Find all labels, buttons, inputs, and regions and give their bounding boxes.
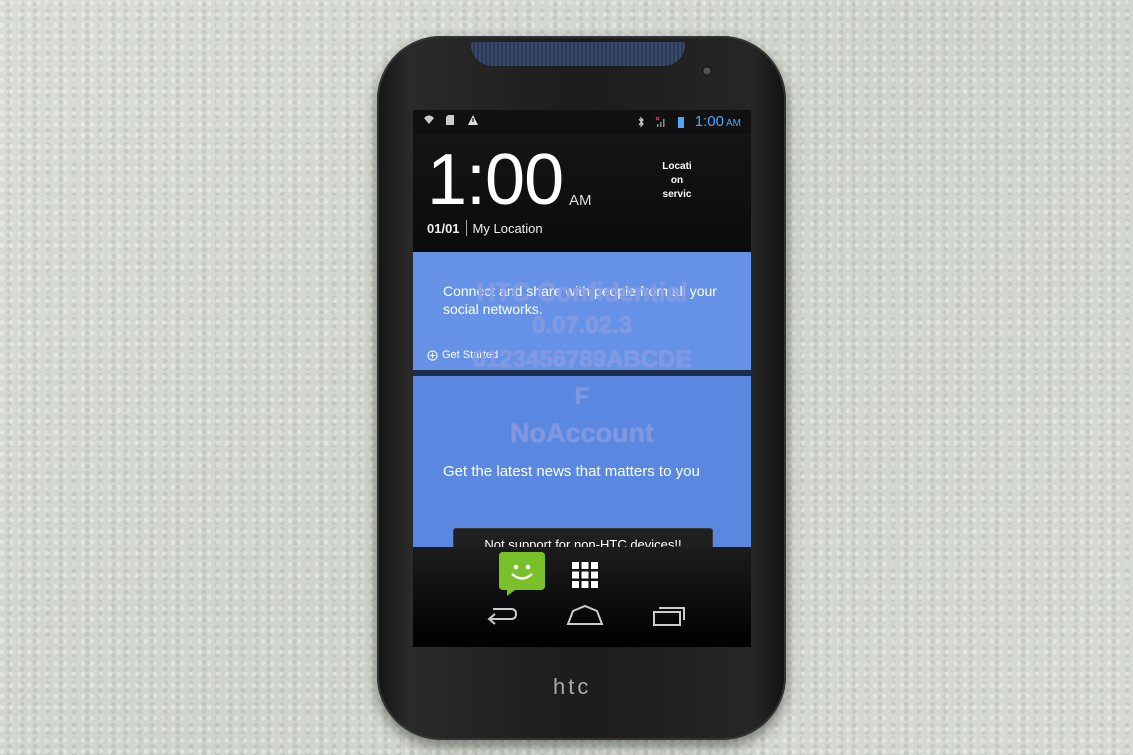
watermark-line-2: 0.07.02.3: [531, 312, 633, 339]
clock-date: 01/01: [427, 220, 460, 236]
htc-logo: htc: [553, 674, 592, 699]
front-camera: [699, 63, 715, 79]
battery-icon: [677, 116, 684, 128]
home-icon[interactable]: [565, 603, 605, 629]
blinkfeed: Connect and share with people from all y…: [413, 252, 751, 547]
no-signal-icon: [655, 116, 665, 127]
all-apps-icon[interactable]: [571, 561, 599, 589]
date-location-line: 01/01 My Location: [427, 220, 543, 236]
clock-location: My Location: [472, 220, 543, 236]
bluetooth-icon: [638, 116, 644, 127]
watermark-line-1: HTC Confidential: [476, 277, 688, 307]
wifi-icon: [424, 115, 434, 124]
screen: 1:00 AM 1:00 AM 01/01 My Location Locati …: [413, 110, 751, 647]
phone-body: 1:00 AM 1:00 AM 01/01 My Location Locati …: [377, 36, 786, 740]
dock: [413, 547, 751, 647]
messages-icon[interactable]: [499, 552, 545, 596]
weather-location-service-text[interactable]: Locati on servic: [647, 160, 707, 202]
sd-card-icon: [446, 115, 454, 125]
card-news-text: Get the latest news that matters to you: [443, 463, 700, 480]
clock-widget[interactable]: 1:00 AM 01/01 My Location Locati on serv…: [413, 134, 751, 252]
clock-time: 1:00: [427, 140, 564, 220]
clock-ampm: AM: [569, 192, 592, 209]
earpiece-speaker: [471, 42, 685, 66]
watermark-line-3: 0123456789ABCDE: [472, 346, 692, 373]
status-bar[interactable]: 1:00 AM: [413, 110, 751, 134]
date-separator: [465, 220, 467, 236]
warning-icon: [468, 115, 478, 125]
back-icon[interactable]: [481, 603, 521, 629]
recent-apps-icon[interactable]: [649, 603, 689, 629]
watermark-line-5: NoAccount: [510, 418, 654, 448]
watermark-line-4: F: [574, 383, 590, 410]
status-time: 1:00 AM: [694, 113, 741, 130]
